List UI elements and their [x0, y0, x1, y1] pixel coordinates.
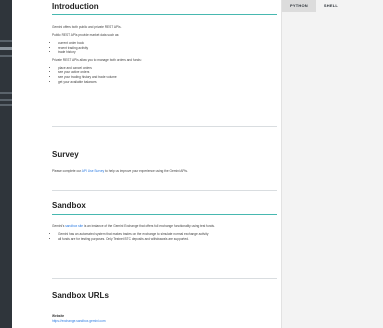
introduction-body: Gemini offers both public and private RE…: [52, 25, 277, 87]
sandbox-paragraph: Gemini's sandbox site is an instance of …: [52, 224, 277, 229]
text: is an instance of the Gemini Exchange th…: [83, 224, 215, 228]
section-divider: [52, 126, 277, 127]
website-url-link[interactable]: https://exchange.sandbox.gemini.com: [52, 319, 277, 324]
section-survey: Survey Please complete our API Use Surve…: [52, 150, 277, 177]
public-api-list: current order book recent trading activi…: [52, 41, 277, 55]
tab-shell[interactable]: SHELL: [316, 0, 346, 12]
nav-item[interactable]: [0, 104, 12, 106]
gutter: [12, 0, 44, 328]
list-item: get your available balances: [58, 80, 277, 85]
section-sandbox: Sandbox: [52, 201, 277, 214]
paragraph: Gemini offers both public and private RE…: [52, 25, 122, 29]
main-content: Introduction Gemini offers both public a…: [44, 0, 281, 328]
api-use-survey-link[interactable]: API Use Survey: [82, 169, 105, 173]
survey-paragraph: Please complete our API Use Survey to he…: [52, 169, 277, 174]
nav-item[interactable]: [0, 55, 12, 57]
section-divider: [52, 190, 277, 191]
code-samples-pane: PYTHON SHELL: [281, 0, 383, 328]
left-navigation-sidebar: [0, 0, 12, 328]
list-item: trade history: [58, 50, 277, 55]
text: to help us improve your experience using…: [104, 169, 188, 173]
section-sandbox-urls: Sandbox URLs Website https://exchange.sa…: [52, 291, 277, 324]
nav-item[interactable]: [0, 40, 12, 42]
section-title-sandbox: Sandbox: [52, 201, 86, 210]
text: Please complete our: [52, 169, 82, 173]
paragraph: Private REST APIs allow you to manage bo…: [52, 57, 142, 62]
sandbox-site-link[interactable]: sandbox site: [65, 224, 83, 228]
paragraph: Public REST APIs provide market data suc…: [52, 33, 120, 37]
tab-python[interactable]: PYTHON: [282, 0, 316, 12]
sandbox-body: Gemini's sandbox site is an instance of …: [52, 224, 277, 244]
nav-item-active[interactable]: [0, 47, 12, 50]
language-tabs: PYTHON SHELL: [282, 0, 346, 12]
private-api-list: place and cancel orders see your active …: [52, 66, 277, 84]
section-title-sandbox-urls: Sandbox URLs: [52, 291, 109, 300]
title-underline: [52, 214, 277, 215]
title-underline: [52, 14, 277, 15]
nav-item[interactable]: [0, 92, 12, 94]
text: Gemini's: [52, 224, 66, 228]
nav-item[interactable]: [0, 99, 12, 101]
section-divider: [52, 278, 277, 279]
sandbox-list: Gemini has an automated system that make…: [52, 232, 277, 241]
section-title-survey: Survey: [52, 150, 79, 159]
list-item: all funds are for testing purposes. Only…: [58, 237, 277, 242]
